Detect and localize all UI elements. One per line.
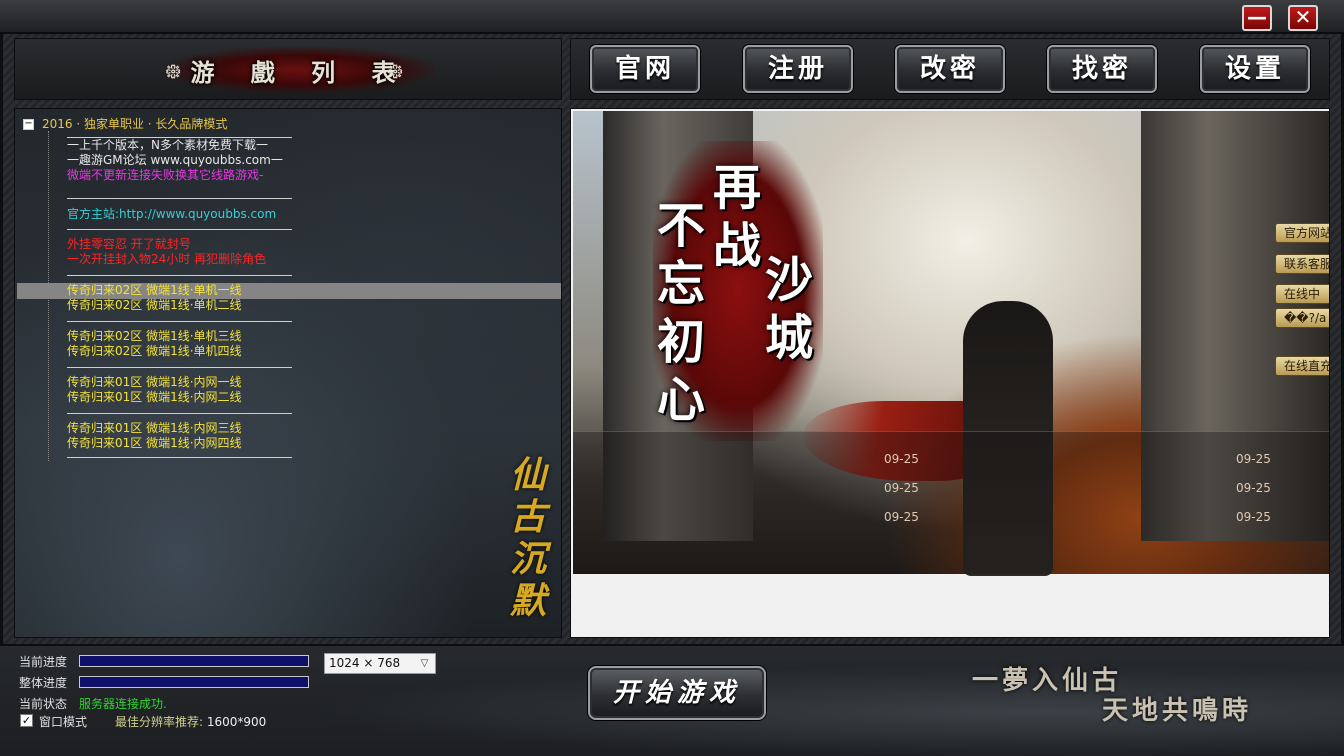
list-item[interactable]: 传奇归来02区 微端1线·单机一线	[67, 283, 292, 298]
list-item[interactable]: 传奇归来01区 微端1线·内网四线	[67, 436, 292, 451]
poem-line-1: 一夢入仙古	[972, 666, 1123, 696]
resolution-tip-label: 最佳分辨率推荐:	[115, 715, 204, 729]
list-item[interactable]: 传奇归来02区 微端1线·单机四线	[67, 344, 292, 359]
change-password-button[interactable]: 改密	[895, 45, 1005, 93]
ornament-icon: ᪥	[387, 59, 404, 84]
slogan-column: 沙城	[765, 252, 814, 366]
resolution-value: 1024 × 768	[329, 656, 401, 670]
list-item[interactable]: 外挂零容忍 开了就封号	[67, 237, 292, 252]
current-progress-label: 当前进度	[19, 655, 68, 669]
total-progress-bar	[79, 676, 309, 688]
side-link-support[interactable]: 联系客服	[1275, 254, 1329, 274]
slogan-column: 再战	[713, 160, 762, 274]
list-item[interactable]: 一趣游GM论坛 www.quyoubbs.com一	[67, 153, 292, 168]
find-password-button[interactable]: 找密	[1047, 45, 1157, 93]
list-item[interactable]: 官方主站:http://www.quyoubbs.com	[67, 207, 292, 222]
status-value: 服务器连接成功.	[79, 697, 167, 711]
news-panel: 不忘初心 再战 沙城 09-25 09-25 09-25 09-25 09-25…	[570, 108, 1330, 638]
chevron-down-icon[interactable]: ▽	[416, 655, 433, 672]
news-date[interactable]: 09-25	[884, 452, 919, 466]
news-date[interactable]: 09-25	[1236, 452, 1271, 466]
register-button[interactable]: 注册	[743, 45, 853, 93]
news-date[interactable]: 09-25	[884, 510, 919, 524]
tree-root[interactable]: −2016 · 独家单职业 · 长久品牌模式	[23, 115, 227, 132]
tree-root-label: 2016 · 独家单职业 · 长久品牌模式	[42, 117, 228, 131]
official-site-button[interactable]: 官网	[590, 45, 700, 93]
poem-line-2: 天地共鳴時	[1102, 696, 1253, 726]
side-link-official[interactable]: 官方网站	[1275, 223, 1329, 243]
side-link-recharge[interactable]: 在线直充	[1275, 356, 1329, 376]
window-mode-checkbox[interactable]: ✓	[20, 714, 33, 727]
list-item[interactable]: 一上千个版本，N多个素材免费下载一	[67, 138, 292, 153]
news-date[interactable]: 09-25	[1236, 481, 1271, 495]
tree-connector	[48, 131, 49, 461]
side-link-broken[interactable]: ��?/a	[1275, 308, 1329, 328]
server-group[interactable]: 传奇归来01区 微端1线·内网一线 传奇归来01区 微端1线·内网二线	[67, 367, 292, 405]
list-item[interactable]: 传奇归来01区 微端1线·内网二线	[67, 390, 292, 405]
slogan-column: 不忘初心	[657, 198, 706, 428]
server-group[interactable]: 外挂零容忍 开了就封号 一次开挂封入物24小时 再犯删除角色	[67, 229, 292, 267]
server-list-header: ᪥ 游 戲 列 表 ᪥	[14, 38, 562, 100]
server-group[interactable]: 传奇归来02区 微端1线·单机一线 传奇归来02区 微端1线·单机二线	[67, 275, 292, 313]
resolution-tip-value: 1600*900	[206, 715, 267, 729]
close-button[interactable]: ✕	[1288, 5, 1318, 31]
current-progress-bar	[79, 655, 309, 667]
resolution-select[interactable]: 1024 × 768 ▽	[324, 653, 436, 674]
list-item[interactable]: 传奇归来01区 微端1线·内网三线	[67, 421, 292, 436]
news-list: 09-25 09-25 09-25 09-25 09-25 09-25	[573, 431, 1329, 574]
server-group[interactable]: 官方主站:http://www.quyoubbs.com	[67, 198, 292, 222]
promo-slogan: 不忘初心 再战 沙城	[653, 141, 823, 441]
list-item[interactable]: 一次开挂封入物24小时 再犯删除角色	[67, 252, 292, 267]
calligraphy-text: 仙古沉默	[510, 454, 547, 622]
list-item[interactable]: 微端不更新连接失败换其它线路游戏-	[67, 168, 292, 183]
list-item[interactable]: 传奇归来02区 微端1线·单机三线	[67, 329, 292, 344]
server-group[interactable]: 传奇归来01区 微端1线·内网三线 传奇归来01区 微端1线·内网四线	[67, 413, 292, 458]
window-mode-label[interactable]: 窗口模式	[39, 713, 87, 730]
news-date[interactable]: 09-25	[1236, 510, 1271, 524]
settings-button[interactable]: 设置	[1200, 45, 1310, 93]
total-progress-label: 整体进度	[19, 676, 68, 690]
server-group[interactable]: 一上千个版本，N多个素材免费下载一 一趣游GM论坛 www.quyoubbs.c…	[67, 137, 292, 183]
server-list-panel: −2016 · 独家单职业 · 长久品牌模式 一上千个版本，N多个素材免费下载一…	[14, 108, 562, 638]
side-link-online[interactable]: 在线中	[1275, 284, 1329, 304]
status-label: 当前状态	[19, 697, 68, 711]
list-item[interactable]: 传奇归来01区 微端1线·内网一线	[67, 375, 292, 390]
start-game-button[interactable]: 开始游戏	[588, 666, 766, 720]
collapse-toggle-icon[interactable]: −	[23, 119, 34, 130]
resolution-tip: 最佳分辨率推荐: 1600*900	[115, 713, 266, 730]
news-date[interactable]: 09-25	[884, 481, 919, 495]
title-bar[interactable]	[0, 0, 1344, 34]
list-item[interactable]: 传奇归来02区 微端1线·单机二线	[67, 298, 292, 313]
server-group[interactable]: 传奇归来02区 微端1线·单机三线 传奇归来02区 微端1线·单机四线	[67, 321, 292, 359]
minimize-button[interactable]: —	[1242, 5, 1272, 31]
